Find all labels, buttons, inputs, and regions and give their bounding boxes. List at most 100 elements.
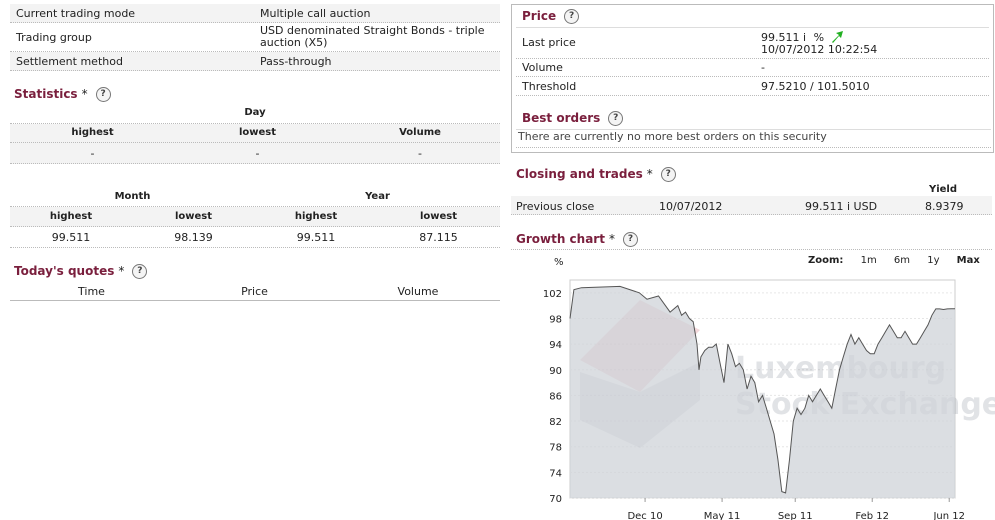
info-label: Trading group: [16, 31, 92, 44]
closing-price: 99.511 i USD: [805, 200, 878, 213]
day-vals-row: - - -: [10, 143, 500, 164]
statistics-title: Statistics *?: [14, 87, 111, 102]
price-title-text: Price: [522, 9, 557, 23]
help-icon[interactable]: ?: [622, 232, 638, 247]
best-orders-message: There are currently no more best orders …: [516, 129, 991, 148]
growth-divider: [511, 248, 992, 250]
year-val-lowest: 87.115: [419, 231, 458, 244]
y-tick-label: 70: [549, 494, 562, 505]
zoom-1m[interactable]: 1m: [861, 255, 877, 266]
quotes-col-time: Time: [78, 285, 105, 298]
up-arrow-icon: [831, 31, 843, 43]
y-axis-unit: %: [554, 257, 564, 268]
watermark-line-2: Stock Exchange: [735, 387, 995, 422]
closing-yield-header: Yield: [928, 184, 958, 195]
statistics-title-text: Statistics: [14, 87, 78, 101]
year-col-lowest: lowest: [419, 211, 458, 222]
help-icon[interactable]: ?: [132, 264, 148, 279]
x-tick-label: May 11: [704, 511, 741, 520]
threshold-value: 97.5210 / 101.5010: [761, 80, 870, 93]
day-val-volume: -: [418, 147, 422, 160]
closing-date: 10/07/2012: [659, 200, 723, 213]
closing-label: Previous close: [516, 200, 595, 213]
day-col-highest: highest: [71, 127, 114, 138]
x-tick-label: Feb 12: [855, 511, 889, 520]
info-label: Settlement method: [16, 55, 123, 68]
required-star: *: [118, 264, 125, 278]
quotes-title: Today's quotes *?: [14, 264, 148, 279]
info-label: Current trading mode: [16, 7, 136, 20]
quotes-title-text: Today's quotes: [14, 264, 115, 278]
day-val-highest: -: [90, 147, 95, 160]
help-icon[interactable]: ?: [608, 111, 624, 126]
my-vals-row: 99.511 98.139 99.511 87.115: [10, 227, 500, 248]
last-price-row: Last price 99.511 i % 10/07/2012 10:22:5…: [516, 27, 989, 59]
info-row-settlement: Settlement method Pass-through: [10, 52, 500, 71]
closing-row: Previous close 10/07/2012 99.511 i USD 8…: [511, 196, 992, 215]
zoom-max[interactable]: Max: [957, 255, 980, 266]
watermark-line-1: Luxembourg: [735, 351, 946, 386]
plot-area: [569, 279, 956, 499]
month-year-header-row: Month Year: [10, 190, 500, 207]
closing-title: Closing and trades *?: [516, 167, 676, 182]
month-header: Month: [114, 191, 151, 202]
grid-lines: [570, 292, 955, 499]
quotes-col-price: Price: [241, 285, 268, 298]
x-tick-label: Jun 12: [932, 511, 965, 520]
volume-value: -: [761, 61, 765, 74]
price-title: Price?: [522, 9, 580, 24]
quotes-col-volume: Volume: [397, 285, 439, 298]
required-star: *: [646, 167, 653, 181]
y-tick-label: 98: [549, 314, 562, 325]
info-row-trading-group: Trading group USD denominated Straight B…: [10, 23, 500, 52]
volume-row: Volume -: [516, 58, 989, 77]
series-line: [569, 285, 955, 494]
help-icon[interactable]: ?: [660, 167, 676, 182]
year-col-highest: highest: [294, 211, 338, 222]
last-price-label: Last price: [522, 36, 576, 49]
required-star: *: [81, 87, 88, 101]
day-val-lowest: -: [255, 147, 260, 160]
y-tick-label: 102: [543, 289, 562, 300]
volume-label: Volume: [522, 61, 563, 74]
growth-title-text: Growth chart: [516, 232, 605, 246]
threshold-row: Threshold 97.5210 / 101.5010: [516, 77, 989, 96]
y-tick-label: 78: [549, 443, 562, 454]
month-col-highest: highest: [49, 211, 93, 222]
zoom-1y[interactable]: 1y: [927, 255, 939, 266]
day-col-lowest: lowest: [238, 127, 277, 138]
zoom-bar: Zoom: 1m 6m 1y Max: [808, 255, 980, 266]
info-value: Pass-through: [260, 55, 332, 68]
day-header: Day: [10, 107, 500, 124]
help-icon[interactable]: ?: [95, 87, 111, 102]
watermark-logo: Luxembourg Stock Exchange: [580, 300, 995, 448]
closing-title-text: Closing and trades: [516, 167, 643, 181]
zoom-label: Zoom:: [808, 255, 844, 266]
y-tick-label: 74: [549, 468, 562, 479]
growth-title: Growth chart *?: [516, 232, 638, 247]
x-tick-label: Sep 11: [778, 511, 813, 520]
required-star: *: [608, 232, 615, 246]
info-row-trading-mode: Current trading mode Multiple call aucti…: [10, 4, 500, 23]
y-tick-labels: 102 98 94 90 86 82 78 74 70: [543, 289, 562, 505]
y-tick-label: 82: [549, 417, 562, 428]
last-price-time: 10/07/2012 10:22:54: [761, 43, 878, 56]
y-tick-label: 86: [549, 391, 562, 402]
year-header: Year: [365, 191, 390, 202]
best-orders-title: Best orders?: [522, 111, 624, 126]
my-cols-row: highest lowest highest lowest: [10, 207, 500, 227]
series-area: [570, 286, 955, 498]
month-col-lowest: lowest: [174, 211, 213, 222]
closing-yield: 8.9379: [925, 200, 964, 213]
info-value: Multiple call auction: [260, 7, 371, 20]
info-value: USD denominated Straight Bonds - triple …: [260, 24, 485, 49]
threshold-label: Threshold: [522, 80, 577, 93]
help-icon[interactable]: ?: [564, 9, 580, 24]
zoom-6m[interactable]: 6m: [894, 255, 910, 266]
quotes-header-row: Time Price Volume: [10, 283, 500, 301]
x-tick-label: Dec 10: [627, 511, 662, 520]
year-val-highest: 99.511: [296, 231, 336, 244]
month-val-lowest: 98.139: [174, 231, 213, 244]
month-val-highest: 99.511: [51, 231, 91, 244]
y-tick-label: 94: [549, 340, 562, 351]
